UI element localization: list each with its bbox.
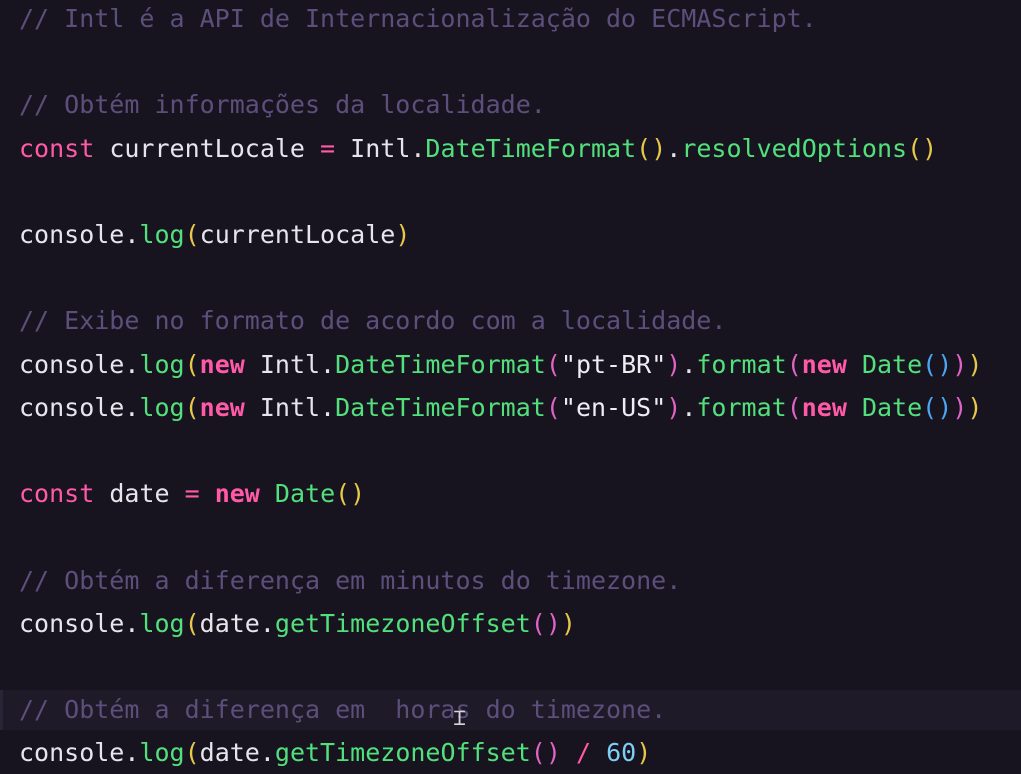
code-token: = bbox=[320, 133, 336, 163]
code-token: new bbox=[801, 349, 847, 379]
code-token: Intl. bbox=[335, 133, 426, 163]
code-token: Intl. bbox=[244, 392, 336, 422]
code-token: console. bbox=[19, 220, 140, 249]
code-line[interactable]: const date = new Date() bbox=[19, 472, 365, 515]
code-line[interactable]: // Obtém informações da localidade. bbox=[19, 83, 546, 126]
code-token: Date bbox=[846, 392, 923, 422]
text-cursor-icon: Ɪ bbox=[454, 706, 466, 730]
code-token: / bbox=[575, 738, 592, 768]
code-token: 60 bbox=[606, 738, 637, 768]
code-token: DateTimeFormat bbox=[335, 392, 546, 422]
code-token: () bbox=[335, 479, 366, 509]
code-token: ) bbox=[666, 392, 682, 422]
code-line[interactable]: // Exibe no formato de acordo com a loca… bbox=[19, 299, 726, 342]
code-token: log bbox=[139, 349, 185, 379]
code-token: console. bbox=[19, 738, 140, 768]
code-token: ) bbox=[952, 349, 968, 379]
code-token: () bbox=[530, 738, 561, 768]
code-token: log bbox=[139, 220, 185, 249]
code-token: () bbox=[922, 392, 953, 422]
code-token: getTimezoneOffset bbox=[274, 738, 531, 768]
code-token: new bbox=[199, 392, 245, 422]
code-line[interactable]: const currentLocale = Intl.DateTimeForma… bbox=[19, 127, 937, 170]
code-token: const bbox=[19, 133, 95, 163]
code-token: . bbox=[681, 392, 697, 422]
code-token: ) bbox=[395, 220, 411, 249]
code-token: ) bbox=[967, 392, 983, 422]
code-token: Date bbox=[259, 479, 336, 509]
code-token: () bbox=[636, 133, 667, 163]
code-token: . bbox=[681, 349, 697, 379]
code-token: ) bbox=[666, 349, 682, 379]
code-token: ) bbox=[952, 392, 968, 422]
code-token: ( bbox=[184, 608, 200, 638]
code-comment: // Obtém a diferença em horas do timezon… bbox=[19, 695, 667, 725]
code-token: format bbox=[696, 349, 787, 379]
code-token: console. bbox=[19, 392, 140, 422]
code-token: ( bbox=[786, 392, 802, 422]
code-token: new bbox=[214, 479, 260, 509]
code-line[interactable]: console.log(date.getTimezoneOffset() / 6… bbox=[19, 731, 651, 774]
code-line[interactable]: // Obtém a diferença em horas do timezon… bbox=[19, 688, 666, 731]
code-token: ) bbox=[967, 349, 983, 379]
code-editor[interactable]: // Intl é a API de Internacionalização d… bbox=[0, 0, 1021, 770]
code-token: log bbox=[139, 738, 185, 768]
code-token: console. bbox=[19, 349, 140, 379]
code-token: ( bbox=[786, 349, 802, 379]
code-token: ( bbox=[184, 220, 200, 249]
code-token: () bbox=[907, 133, 938, 163]
code-token: console. bbox=[19, 608, 140, 638]
code-token: new bbox=[801, 392, 847, 422]
code-token: log bbox=[139, 392, 185, 422]
code-token: () bbox=[530, 608, 561, 638]
code-token: ) bbox=[636, 738, 652, 768]
code-line[interactable]: console.log(currentLocale) bbox=[19, 213, 410, 256]
code-token: currentLocale bbox=[199, 220, 396, 249]
code-token: date. bbox=[199, 608, 275, 638]
code-token: resolvedOptions bbox=[681, 133, 908, 163]
code-token: DateTimeFormat bbox=[425, 133, 637, 163]
code-token: ( bbox=[545, 392, 561, 422]
code-comment: // Obtém a diferença em minutos do timez… bbox=[19, 565, 682, 595]
code-token: new bbox=[199, 349, 245, 379]
code-line[interactable]: console.log(date.getTimezoneOffset()) bbox=[19, 602, 576, 645]
code-token: ) bbox=[560, 608, 576, 638]
code-token: ( bbox=[545, 349, 561, 379]
code-token: = bbox=[184, 479, 200, 509]
code-token: currentLocale bbox=[94, 133, 321, 163]
code-token: ( bbox=[184, 738, 200, 768]
code-token: format bbox=[696, 392, 787, 422]
code-comment: // Intl é a API de Internacionalização d… bbox=[19, 4, 817, 33]
code-token: . bbox=[666, 133, 682, 163]
code-line[interactable]: console.log(new Intl.DateTimeFormat("pt-… bbox=[19, 343, 982, 386]
code-token: DateTimeFormat bbox=[335, 349, 546, 379]
code-token: ( bbox=[184, 349, 200, 379]
code-token: () bbox=[922, 349, 953, 379]
code-token: date bbox=[94, 479, 185, 509]
code-token: date. bbox=[199, 738, 275, 768]
code-token: getTimezoneOffset bbox=[274, 608, 531, 638]
code-token: ( bbox=[184, 392, 200, 422]
code-comment: // Obtém informações da localidade. bbox=[19, 90, 546, 120]
code-token: "en-US" bbox=[560, 392, 667, 422]
code-line[interactable]: // Intl é a API de Internacionalização d… bbox=[19, 0, 817, 40]
code-token: "pt-BR" bbox=[560, 349, 667, 379]
code-line[interactable]: console.log(new Intl.DateTimeFormat("en-… bbox=[19, 386, 982, 429]
code-token: const bbox=[19, 479, 95, 509]
code-line[interactable]: // Obtém a diferença em minutos do timez… bbox=[19, 559, 681, 602]
code-token: Date bbox=[846, 349, 923, 379]
code-token: log bbox=[139, 608, 185, 638]
current-line-marker bbox=[0, 690, 3, 730]
code-comment: // Exibe no formato de acordo com a loca… bbox=[19, 306, 727, 336]
code-token: Intl. bbox=[244, 349, 336, 379]
